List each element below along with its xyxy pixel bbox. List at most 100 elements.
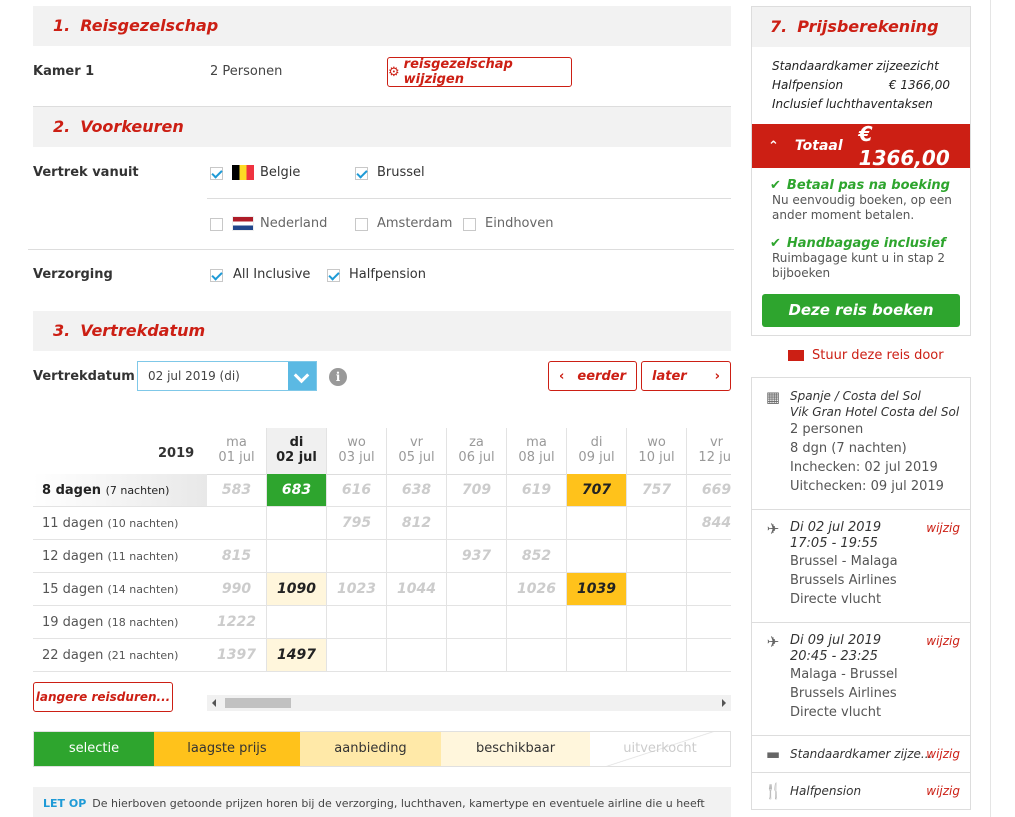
price-cell <box>447 606 507 639</box>
grid-horizontal-scrollbar[interactable] <box>207 695 731 711</box>
duration-row-header[interactable]: 22 dagen (21 nachten) <box>33 639 207 672</box>
price-cell[interactable]: 1090 <box>267 573 327 606</box>
date-column-header[interactable]: di 02 jul <box>267 428 327 474</box>
option-nederland[interactable]: Nederland <box>260 216 327 231</box>
duration-row-header[interactable]: 11 dagen (10 nachten) <box>33 507 207 540</box>
price-cell[interactable]: 616 <box>327 474 387 507</box>
price-cell[interactable]: 795 <box>327 507 387 540</box>
check-icon: ✔ <box>770 236 781 251</box>
note-label: LET OP <box>43 797 87 810</box>
duration-row-header[interactable]: 12 dagen (11 nachten) <box>33 540 207 573</box>
price-cell <box>627 639 687 672</box>
checkbox-brussel[interactable] <box>355 167 368 180</box>
checkbox-amsterdam[interactable] <box>355 218 368 231</box>
scroll-right-icon[interactable] <box>722 699 726 707</box>
nights-label: (11 nachten) <box>107 550 179 563</box>
option-belgie[interactable]: Belgie <box>260 165 300 180</box>
price-cell[interactable]: 815 <box>207 540 267 573</box>
scroll-left-icon[interactable] <box>212 699 216 707</box>
vertrek-label: Vertrek vanuit <box>33 165 139 180</box>
date-column-header[interactable]: wo 03 jul <box>327 428 387 474</box>
checkbox-all-inclusive[interactable] <box>210 269 223 282</box>
duration-label: 11 dagen <box>42 516 108 531</box>
price-cell <box>327 606 387 639</box>
checkbox-eindhoven[interactable] <box>463 218 476 231</box>
column-day: vr <box>709 435 724 450</box>
plane-arrival-icon: ✈ <box>766 633 780 651</box>
price-cell[interactable]: 852 <box>507 540 567 573</box>
price-cell[interactable]: 619 <box>507 474 567 507</box>
chevron-down-icon[interactable] <box>288 362 316 390</box>
scroll-thumb[interactable] <box>225 698 291 708</box>
price-cell <box>627 540 687 573</box>
option-eindhoven[interactable]: Eindhoven <box>485 216 553 231</box>
price-cell <box>507 507 567 540</box>
option-all-inclusive[interactable]: All Inclusive <box>233 267 310 282</box>
checkbox-belgie[interactable] <box>210 167 223 180</box>
price-cell <box>627 507 687 540</box>
duration-label: 19 dagen <box>42 615 108 630</box>
price-cell <box>387 639 447 672</box>
section-number: 2. <box>53 117 71 136</box>
date-column-header[interactable]: ma 08 jul <box>507 428 567 474</box>
later-button[interactable]: later › <box>641 361 731 391</box>
wijzig-board-link[interactable]: wijzig <box>926 784 960 798</box>
checkbox-halfpension[interactable] <box>327 269 340 282</box>
column-date: 10 jul <box>638 450 675 465</box>
section-title: Vertrekdatum <box>80 321 206 340</box>
duration-label: 8 dagen <box>42 483 106 498</box>
date-column-header[interactable]: di 09 jul <box>567 428 627 474</box>
eerder-button[interactable]: ‹ eerder <box>548 361 637 391</box>
price-cell[interactable]: 1026 <box>507 573 567 606</box>
date-column-header[interactable]: za 06 jul <box>447 428 507 474</box>
deze-reis-boeken-button[interactable]: Deze reis boeken <box>762 294 960 327</box>
price-cell[interactable]: 638 <box>387 474 447 507</box>
nights-label: (21 nachten) <box>107 649 179 662</box>
option-halfpension[interactable]: Halfpension <box>349 267 426 282</box>
duration-row-header[interactable]: 8 dagen (7 nachten) <box>33 474 207 507</box>
price-cell <box>447 507 507 540</box>
price-cell[interactable]: 812 <box>387 507 447 540</box>
date-column-header[interactable]: vr 05 jul <box>387 428 447 474</box>
duration-row-header[interactable]: 19 dagen (18 nachten) <box>33 606 207 639</box>
usp-title: Betaal pas na boeking <box>786 178 950 193</box>
price-cell[interactable]: 583 <box>207 474 267 507</box>
price-cell[interactable]: 1039 <box>567 573 627 606</box>
stuur-door-link[interactable]: Stuur deze reis door <box>788 348 944 363</box>
price-cell[interactable]: 1497 <box>267 639 327 672</box>
inbound-route: Malaga - Brussel <box>790 667 898 682</box>
price-cell[interactable]: 1222 <box>207 606 267 639</box>
price-cell[interactable]: 709 <box>447 474 507 507</box>
nights-label: (7 nachten) <box>105 484 170 497</box>
date-column-header[interactable]: vr 12 jul <box>687 428 731 474</box>
price-cell[interactable]: 707 <box>567 474 627 507</box>
option-brussel[interactable]: Brussel <box>377 165 425 180</box>
price-cell[interactable]: 1044 <box>387 573 447 606</box>
duration-row-header[interactable]: 15 dagen (14 nachten) <box>33 573 207 606</box>
price-cell[interactable]: 757 <box>627 474 687 507</box>
duration-label: 12 dagen <box>42 549 108 564</box>
price-cell[interactable]: 1023 <box>327 573 387 606</box>
checkbox-nederland[interactable] <box>210 218 223 231</box>
duration-label: 22 dagen <box>42 648 108 663</box>
option-amsterdam[interactable]: Amsterdam <box>377 216 452 231</box>
price-cell[interactable]: 669 <box>687 474 731 507</box>
vertrekdatum-select[interactable]: 02 jul 2019 (di) <box>137 361 317 391</box>
summary-board: 🍴 wijzig Halfpension <box>751 773 971 810</box>
price-cell[interactable]: 937 <box>447 540 507 573</box>
legend-beschikbaar: beschikbaar <box>441 732 590 766</box>
info-icon[interactable]: i <box>329 368 347 386</box>
usp-title: Handbagage inclusief <box>786 236 946 251</box>
langere-reisduren-button[interactable]: langere reisduren... <box>33 682 173 712</box>
price-cell[interactable]: 683 <box>267 474 327 507</box>
price-cell[interactable]: 844 <box>687 507 731 540</box>
price-cell[interactable]: 990 <box>207 573 267 606</box>
date-column-header[interactable]: wo 10 jul <box>627 428 687 474</box>
reisgezelschap-wijzigen-button[interactable]: ⚙ reisgezelschap wijzigen <box>387 57 572 87</box>
date-column-header[interactable]: ma 01 jul <box>207 428 267 474</box>
chevron-up-icon[interactable]: ⌃ <box>768 139 779 154</box>
price-cell[interactable]: 1397 <box>207 639 267 672</box>
total-bar[interactable]: ⌃ Totaal € 1366,00 <box>752 122 970 170</box>
section-header-voorkeuren: 2. Voorkeuren <box>33 107 731 147</box>
price-cell <box>567 639 627 672</box>
